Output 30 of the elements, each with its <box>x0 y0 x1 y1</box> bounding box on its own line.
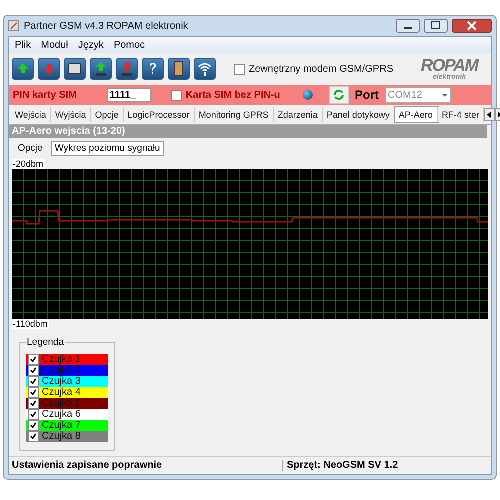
menu-item[interactable]: Plik <box>15 40 32 50</box>
port-dropdown[interactable]: COM12 <box>385 87 451 103</box>
tab[interactable]: Wykres poziomu sygnału <box>50 141 164 156</box>
section-title: AP-Aero wejscia (13-20) <box>9 125 487 138</box>
pin-field[interactable]: 1111_ <box>106 88 151 102</box>
menu-item[interactable]: Moduł <box>41 40 68 50</box>
menu-item[interactable]: Język <box>78 40 104 50</box>
tab[interactable]: AP-Aero <box>394 107 438 122</box>
legend-label: Czujka 6 <box>42 409 81 420</box>
tab[interactable]: Opcje <box>14 141 47 156</box>
legend-label: Czujka 8 <box>42 431 81 442</box>
legend-title: Legenda <box>26 337 65 348</box>
logo-text: ROPAM <box>420 57 478 74</box>
legend-label: Czujka 3 <box>42 376 81 387</box>
axis-tick-label: -110dbm <box>12 319 49 329</box>
legend-label: Czujka 1 <box>42 354 81 365</box>
legend-label: Czujka 2 <box>42 365 81 376</box>
window-title: Partner GSM v4.3 ROPAM elektronik <box>24 20 190 32</box>
port-label: Port <box>355 88 379 102</box>
menu-item[interactable]: Pomoc <box>114 40 146 50</box>
legend-label: Czujka 4 <box>42 387 81 398</box>
checkbox-label: Zewnętrzny modem GSM/GPRS <box>249 64 394 74</box>
hardware-info: Sprzęt: NeoGSM SV 1.2 <box>286 460 398 471</box>
checkbox-label: Karta SIM bez PIN-u <box>186 90 280 100</box>
legend-label: Czujka 7 <box>42 420 81 431</box>
tab[interactable]: RF-4 ster <box>438 107 484 122</box>
legend-label: Czujka 5 <box>42 398 81 409</box>
status-message: Ustawienia zapisane poprawnie <box>9 460 283 471</box>
pin-label: PIN karty SIM <box>13 90 77 100</box>
axis-tick-label: -20dbm <box>12 159 45 169</box>
